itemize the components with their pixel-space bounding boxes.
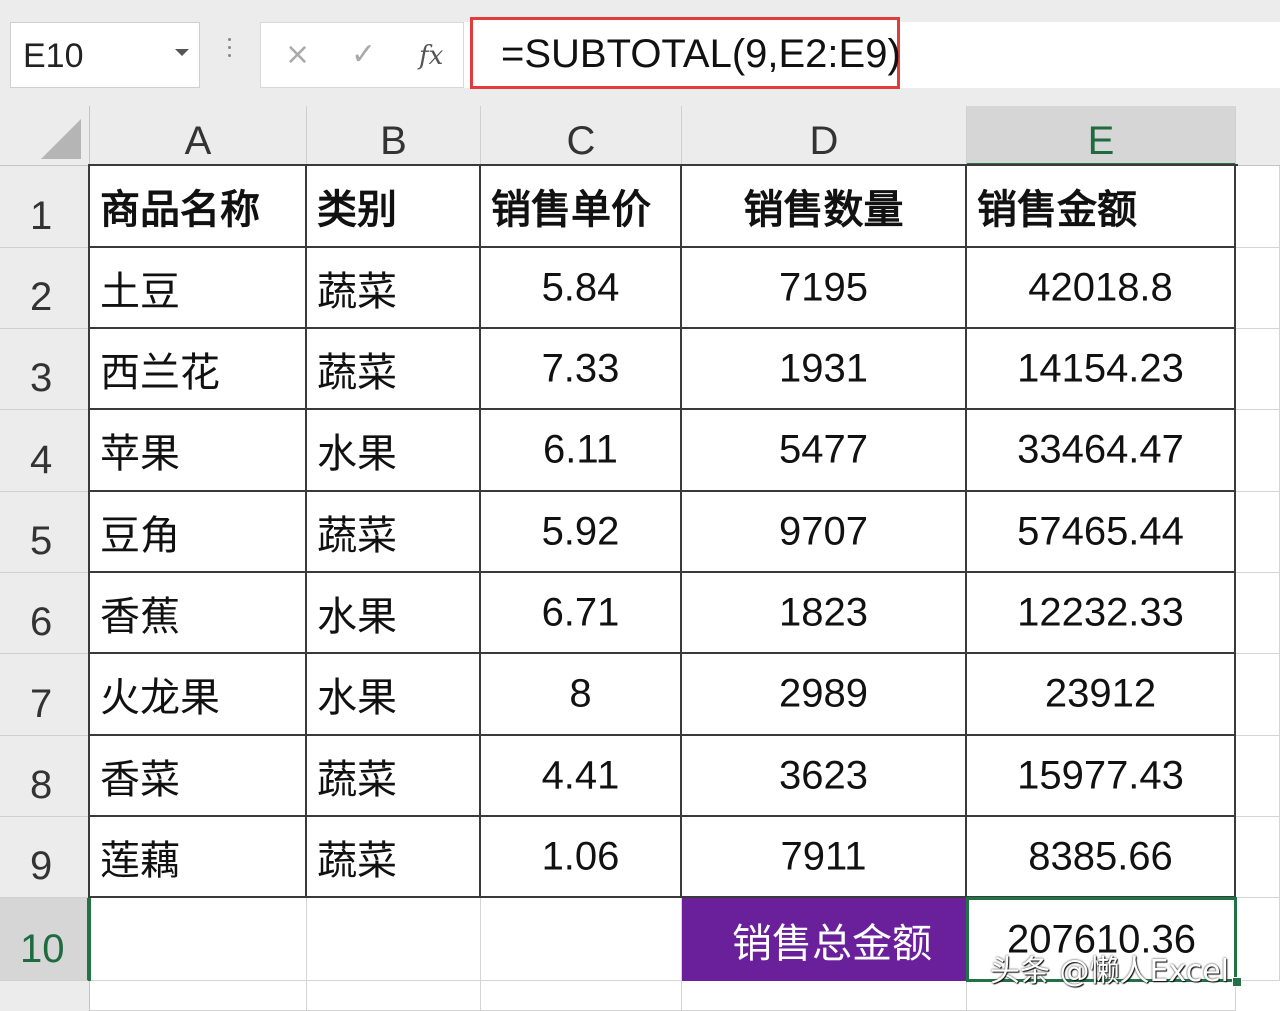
table-cell[interactable]: 5477: [682, 410, 967, 492]
table-cell[interactable]: 4.41: [481, 736, 682, 817]
table-cell[interactable]: 土豆: [90, 248, 307, 329]
select-all-button[interactable]: [0, 106, 90, 166]
empty-cell[interactable]: [682, 981, 967, 1011]
empty-cell[interactable]: [1236, 248, 1280, 329]
column-header-a[interactable]: A: [90, 106, 307, 166]
chevron-down-icon[interactable]: [175, 49, 189, 56]
table-cell[interactable]: 9707: [682, 492, 967, 573]
column-header-c[interactable]: C: [481, 106, 682, 166]
table-cell[interactable]: 7.33: [481, 329, 682, 410]
table-cell[interactable]: 14154.23: [967, 329, 1236, 410]
table-cell[interactable]: 莲藕: [90, 817, 307, 898]
table-cell[interactable]: 火龙果: [90, 654, 307, 736]
header-cell-amount[interactable]: 销售金额: [967, 166, 1236, 248]
column-header-f[interactable]: [1236, 106, 1280, 166]
more-vert-icon[interactable]: [228, 38, 232, 62]
row-10-selection-marker: [88, 898, 91, 981]
select-all-icon: [41, 119, 81, 159]
spreadsheet-grid: A B C D E 1 2 3 4 5 6 7 8 9 10 商品名称 类别 销…: [0, 106, 1280, 1011]
empty-cell[interactable]: [1236, 898, 1280, 981]
header-cell-category[interactable]: 类别: [307, 166, 481, 248]
column-header-b[interactable]: B: [307, 106, 481, 166]
empty-cell[interactable]: [481, 898, 682, 981]
table-cell[interactable]: 2989: [682, 654, 967, 736]
row-header-3[interactable]: 3: [0, 329, 90, 410]
table-cell[interactable]: 水果: [307, 410, 481, 492]
table-cell[interactable]: 蔬菜: [307, 492, 481, 573]
table-cell[interactable]: 1931: [682, 329, 967, 410]
empty-cell[interactable]: [481, 981, 682, 1011]
total-label-cell[interactable]: 销售总金额: [682, 898, 967, 981]
watermark: 头条 @懒人Excel: [990, 954, 1230, 989]
header-cell-quantity[interactable]: 销售数量: [682, 166, 967, 248]
row-header-9[interactable]: 9: [0, 817, 90, 898]
table-cell[interactable]: 1.06: [481, 817, 682, 898]
enter-icon[interactable]: ✓: [351, 37, 376, 72]
table-cell[interactable]: 西兰花: [90, 329, 307, 410]
empty-cell[interactable]: [90, 981, 307, 1011]
table-cell[interactable]: 豆角: [90, 492, 307, 573]
row-header-1[interactable]: 1: [0, 166, 90, 248]
table-cell[interactable]: 3623: [682, 736, 967, 817]
table-cell[interactable]: 蔬菜: [307, 329, 481, 410]
table-cell[interactable]: 蔬菜: [307, 817, 481, 898]
column-header-e[interactable]: E: [967, 106, 1236, 166]
empty-cell[interactable]: [1236, 654, 1280, 736]
empty-cell[interactable]: [1236, 410, 1280, 492]
empty-cell[interactable]: [307, 898, 481, 981]
row-header-7[interactable]: 7: [0, 654, 90, 736]
table-cell[interactable]: 23912: [967, 654, 1236, 736]
table-cell[interactable]: 7195: [682, 248, 967, 329]
formula-toolbar: E10 × ✓ fx =SUBTOTAL(9,E2:E9): [0, 0, 1280, 106]
row-header-10[interactable]: 10: [0, 898, 90, 981]
empty-cell[interactable]: [307, 981, 481, 1011]
insert-function-icon[interactable]: fx: [419, 41, 443, 71]
empty-cell[interactable]: [90, 898, 307, 981]
header-cell-name[interactable]: 商品名称: [90, 166, 307, 248]
table-cell[interactable]: 57465.44: [967, 492, 1236, 573]
name-box[interactable]: E10: [10, 22, 200, 88]
row-header-5[interactable]: 5: [0, 492, 90, 573]
row-header-4[interactable]: 4: [0, 410, 90, 492]
empty-cell[interactable]: [1236, 573, 1280, 654]
table-cell[interactable]: 香蕉: [90, 573, 307, 654]
table-cell[interactable]: 蔬菜: [307, 736, 481, 817]
table-cell[interactable]: 7911: [682, 817, 967, 898]
table-cell[interactable]: 42018.8: [967, 248, 1236, 329]
table-cell[interactable]: 香菜: [90, 736, 307, 817]
cancel-icon[interactable]: ×: [285, 37, 310, 72]
table-cell[interactable]: 水果: [307, 654, 481, 736]
empty-cell[interactable]: [1236, 736, 1280, 817]
empty-cell[interactable]: [1236, 329, 1280, 410]
table-cell[interactable]: 5.84: [481, 248, 682, 329]
row-header-8[interactable]: 8: [0, 736, 90, 817]
table-cell[interactable]: 1823: [682, 573, 967, 654]
formula-text: =SUBTOTAL(9,E2:E9): [501, 32, 901, 76]
table-cell[interactable]: 15977.43: [967, 736, 1236, 817]
empty-cell[interactable]: [1236, 492, 1280, 573]
table-cell[interactable]: 33464.47: [967, 410, 1236, 492]
formula-buttons: × ✓ fx: [260, 22, 464, 88]
row-header-2[interactable]: 2: [0, 248, 90, 329]
row-header-11[interactable]: [0, 981, 90, 1011]
table-cell[interactable]: 6.71: [481, 573, 682, 654]
table-cell[interactable]: 5.92: [481, 492, 682, 573]
table-cell[interactable]: 12232.33: [967, 573, 1236, 654]
empty-cell[interactable]: [1236, 817, 1280, 898]
table-cell[interactable]: 蔬菜: [307, 248, 481, 329]
table-cell[interactable]: 6.11: [481, 410, 682, 492]
empty-cell[interactable]: [1236, 166, 1280, 248]
header-cell-unit-price[interactable]: 销售单价: [481, 166, 682, 248]
table-cell[interactable]: 8385.66: [967, 817, 1236, 898]
formula-input[interactable]: =SUBTOTAL(9,E2:E9): [470, 17, 901, 89]
name-box-value: E10: [23, 37, 84, 75]
row-header-6[interactable]: 6: [0, 573, 90, 654]
table-cell[interactable]: 水果: [307, 573, 481, 654]
fill-handle[interactable]: [1232, 977, 1242, 987]
table-cell[interactable]: 苹果: [90, 410, 307, 492]
column-header-d[interactable]: D: [682, 106, 967, 166]
table-cell[interactable]: 8: [481, 654, 682, 736]
